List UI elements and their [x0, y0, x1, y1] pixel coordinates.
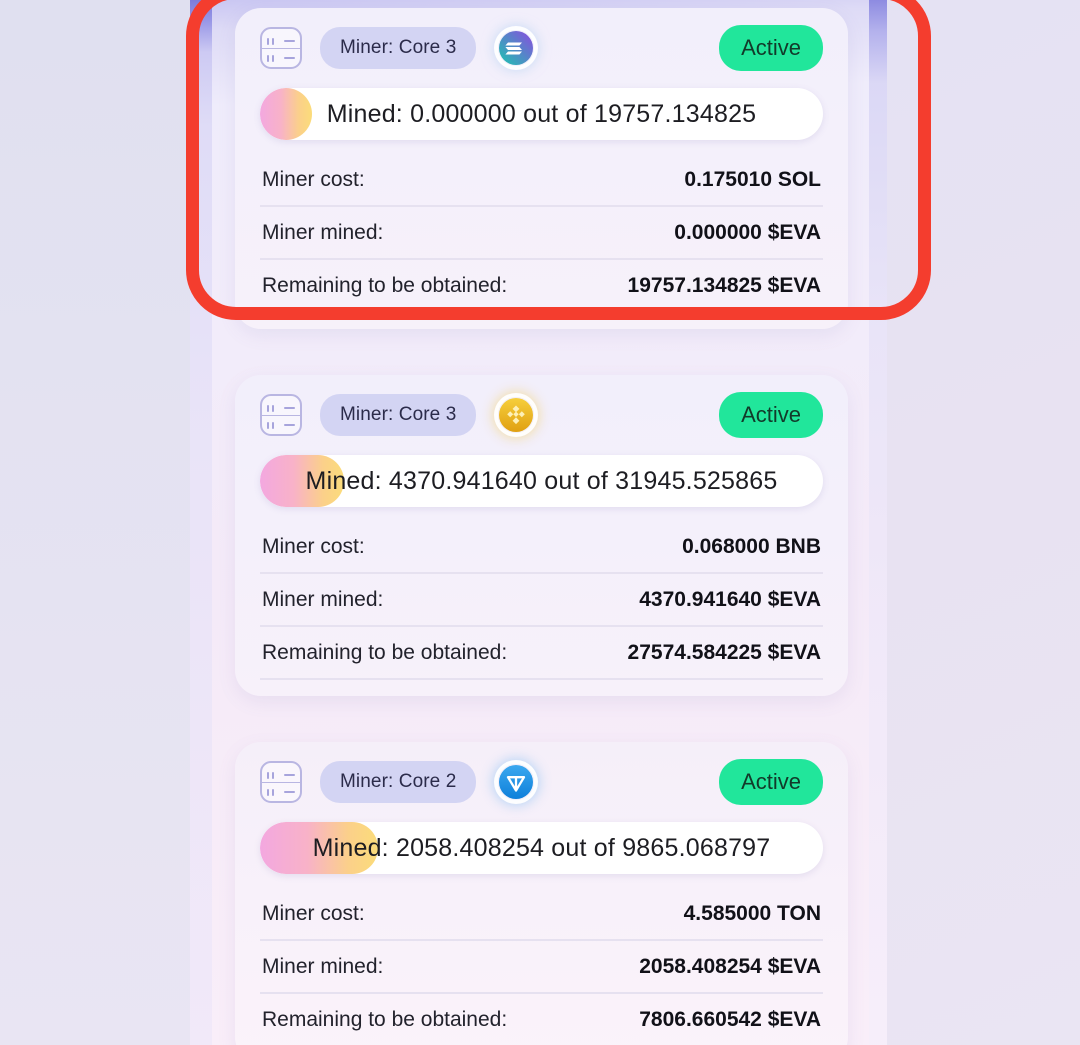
- detail-label: Miner cost:: [262, 902, 365, 925]
- status-badge: Active: [719, 25, 823, 71]
- server-rack-icon: [260, 761, 302, 803]
- mining-progress-bar: Mined: 4370.941640 out of 31945.525865: [260, 455, 823, 507]
- miner-core-label: Miner: Core 3: [320, 394, 477, 436]
- detail-value: 0.068000 BNB: [682, 535, 821, 558]
- detail-label: Miner mined:: [262, 588, 384, 611]
- miner-core-label: Miner: Core 2: [320, 761, 477, 803]
- detail-label: Remaining to be obtained:: [262, 1008, 508, 1031]
- detail-label: Remaining to be obtained:: [262, 641, 508, 664]
- status-badge: Active: [719, 759, 823, 805]
- detail-rows: Miner cost: 4.585000 TON Miner mined: 20…: [260, 888, 823, 1045]
- detail-row-miner-cost: Miner cost: 0.175010 SOL: [260, 154, 823, 207]
- bnb-icon: [498, 397, 534, 433]
- progress-label: Mined: 4370.941640 out of 31945.525865: [305, 466, 778, 495]
- detail-label: Miner mined:: [262, 955, 384, 978]
- card-header: Miner: Core 2 Active: [260, 742, 823, 822]
- detail-value: 2058.408254 $EVA: [639, 955, 821, 978]
- detail-label: Miner mined:: [262, 221, 384, 244]
- detail-row-remaining: Remaining to be obtained: 19757.134825 $…: [260, 260, 823, 313]
- mining-progress-bar: Mined: 0.000000 out of 19757.134825: [260, 88, 823, 140]
- detail-label: Remaining to be obtained:: [262, 274, 508, 297]
- app-viewport: Miner: Core 3 Active Mined: 0.000000 out…: [190, 0, 887, 1045]
- card-header: Miner: Core 3 Active: [260, 8, 823, 88]
- detail-value: 4370.941640 $EVA: [639, 588, 821, 611]
- server-rack-icon: [260, 27, 302, 69]
- detail-value: 4.585000 TON: [683, 902, 821, 925]
- detail-value: 19757.134825 $EVA: [627, 274, 821, 297]
- detail-value: 27574.584225 $EVA: [627, 641, 821, 664]
- detail-row-miner-mined: Miner mined: 2058.408254 $EVA: [260, 941, 823, 994]
- miner-card[interactable]: Miner: Core 3 Active Mined: 0.000000 out…: [235, 8, 848, 329]
- detail-rows: Miner cost: 0.175010 SOL Miner mined: 0.…: [260, 154, 823, 313]
- status-badge: Active: [719, 392, 823, 438]
- server-rack-icon: [260, 394, 302, 436]
- miner-core-label: Miner: Core 3: [320, 27, 477, 69]
- detail-rows: Miner cost: 0.068000 BNB Miner mined: 43…: [260, 521, 823, 680]
- miner-card-list: Miner: Core 3 Active Mined: 0.000000 out…: [235, 0, 848, 1045]
- card-header: Miner: Core 3 Active: [260, 375, 823, 455]
- detail-value: 0.000000 $EVA: [674, 221, 821, 244]
- miner-card[interactable]: Miner: Core 2 Active Mined: 2058.408254 …: [235, 742, 848, 1045]
- miner-card[interactable]: Miner: Core 3 Active Mined: 4370.941640 …: [235, 375, 848, 696]
- progress-label: Mined: 0.000000 out of 19757.134825: [326, 99, 757, 128]
- detail-row-miner-cost: Miner cost: 4.585000 TON: [260, 888, 823, 941]
- solana-icon: [498, 30, 534, 66]
- detail-value: 0.175010 SOL: [684, 168, 821, 191]
- detail-row-remaining: Remaining to be obtained: 27574.584225 $…: [260, 627, 823, 680]
- detail-label: Miner cost:: [262, 168, 365, 191]
- ton-icon: [498, 764, 534, 800]
- detail-row-miner-mined: Miner mined: 4370.941640 $EVA: [260, 574, 823, 627]
- detail-label: Miner cost:: [262, 535, 365, 558]
- detail-value: 7806.660542 $EVA: [639, 1008, 821, 1031]
- detail-row-remaining: Remaining to be obtained: 7806.660542 $E…: [260, 994, 823, 1045]
- detail-row-miner-mined: Miner mined: 0.000000 $EVA: [260, 207, 823, 260]
- detail-row-miner-cost: Miner cost: 0.068000 BNB: [260, 521, 823, 574]
- mining-progress-bar: Mined: 2058.408254 out of 9865.068797: [260, 822, 823, 874]
- progress-label: Mined: 2058.408254 out of 9865.068797: [312, 833, 771, 862]
